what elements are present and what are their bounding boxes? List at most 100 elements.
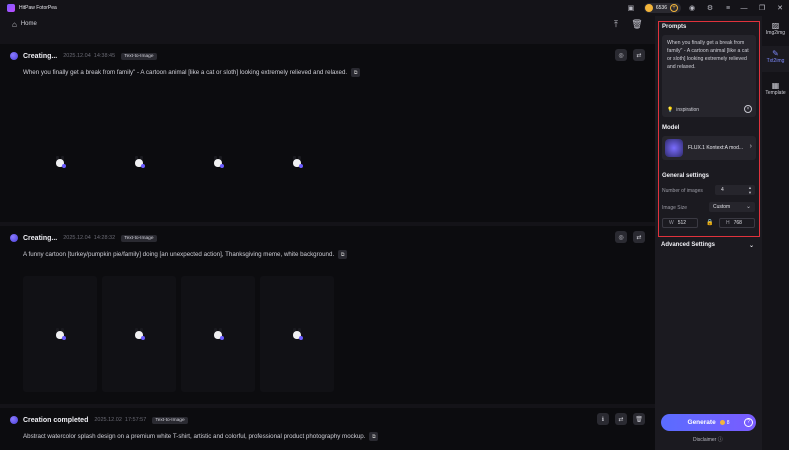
loading-mascot-icon [212,156,224,168]
mode-chip: Text-to-Image [152,416,188,424]
loading-spinner-icon [10,234,18,242]
regenerate-icon[interactable]: ⇄ [633,231,645,243]
title-bar: HitPaw FotorPea ▣ 6536 + ◉ ⚙ ≡ — ❐ ✕ [0,0,789,16]
highlighted-settings-region: Prompts When you finally get a break fro… [658,21,760,237]
trash-icon[interactable]: 🗑 [631,18,643,30]
help-icon[interactable]: ? [744,418,753,427]
card-date: 2025.12.04 [63,53,91,59]
loading-mascot-icon [291,328,303,340]
add-coins-icon[interactable]: + [670,4,678,12]
prompt-input-text[interactable]: When you finally get a break from family… [667,39,753,71]
num-images-label: Number of images [662,188,703,194]
rail-item-label: Txt2img [766,58,785,64]
clear-icon[interactable]: × [744,105,752,113]
height-value[interactable]: 768 [734,220,742,226]
gift-icon[interactable]: ▣ [624,1,638,15]
home-link[interactable]: Home [21,21,37,27]
disclaimer-label: Disclaimer [693,437,717,443]
loading-mascot-icon [54,328,66,340]
stop-icon[interactable]: ◎ [615,231,627,243]
card-prompt-text: When you finally get a break from family… [23,69,348,76]
mode-chip: Text-to-Image [121,52,157,60]
chevron-down-icon: ⌄ [745,204,751,210]
coin-count: 6536 [655,5,667,11]
card-status: Creating... [23,234,58,242]
maximize-button[interactable]: ❐ [753,0,771,16]
inspiration-button[interactable]: 💡 inspiration [667,107,699,113]
account-icon[interactable]: ◉ [685,1,699,15]
model-title: Model [662,125,680,131]
rail-item-img2img[interactable]: ▨ Img2img [762,18,789,44]
app-logo-icon [7,4,15,12]
model-name: FLUX.1 Kontext:A mod... [688,145,744,151]
generation-card: Creating... 2025.12.04 14:38:45 Text-to-… [0,44,655,222]
close-button[interactable]: ✕ [771,0,789,16]
aspect-lock-icon[interactable]: 🔒 [706,219,714,227]
navigation-bar: ⌂ Home ⤒ 🗑 [0,16,655,32]
image-placeholder[interactable] [260,276,334,392]
card-prompt-text: A funny cartoon [turkey/pumpkin pie/fami… [23,251,335,258]
width-field[interactable]: W 512 [662,218,698,228]
completed-icon [10,416,18,424]
generate-cost-value: 8 [726,419,730,426]
loading-spinner-icon [10,52,18,60]
image-icon: ▨ [771,21,780,30]
stop-icon[interactable]: ◎ [615,49,627,61]
coin-balance[interactable]: 6536 + [643,3,681,13]
minimize-button[interactable]: — [735,0,753,16]
upload-icon[interactable]: ⤒ [610,18,622,30]
rail-item-txt2img[interactable]: ✎ Txt2img [762,46,789,72]
regenerate-icon[interactable]: ⇄ [633,49,645,61]
loading-mascot-icon [133,328,145,340]
settings-panel: Prompts When you finally get a break fro… [655,16,762,450]
generation-card: Creating... 2025.12.04 14:28:32 Text-to-… [0,226,655,404]
advanced-settings-toggle[interactable]: Advanced Settings ⌄ [661,242,754,249]
model-selector[interactable]: FLUX.1 Kontext:A mod... › [662,136,756,160]
info-icon: ⓘ [717,437,723,443]
home-icon[interactable]: ⌂ [12,20,17,29]
card-time: 14:28:32 [93,235,116,241]
settings-icon[interactable]: ⚙ [703,1,717,15]
card-time: 17:57:57 [124,417,147,423]
lightbulb-icon: 💡 [667,107,674,113]
coin-icon [644,4,653,12]
loading-mascot-icon [133,156,145,168]
text-image-icon: ✎ [772,49,779,58]
copy-icon[interactable]: ⧉ [351,68,361,77]
loading-mascot-icon [212,328,224,340]
card-status: Creation completed [23,416,89,424]
stepper-arrows-icon[interactable]: ▲ ▼ [748,185,752,195]
generate-button[interactable]: Generate 8 ? [661,414,756,431]
info-icon[interactable]: ℹ [597,413,609,425]
generate-cost: 8 [719,419,730,426]
height-field[interactable]: H 768 [719,218,755,228]
title-bar-controls: ▣ 6536 + ◉ ⚙ ≡ — ❐ ✕ [620,0,789,16]
num-images-stepper[interactable]: 4 ▲ ▼ [715,185,755,195]
prompt-input[interactable]: When you finally get a break from family… [662,35,756,117]
width-value[interactable]: 512 [678,220,686,226]
image-placeholder[interactable] [102,276,176,392]
image-placeholder[interactable] [181,276,255,392]
card-date: 2025.12.02 [94,417,122,423]
image-size-value: Custom [713,204,731,210]
card-date: 2025.12.04 [63,235,91,241]
chevron-down-icon: ⌄ [748,243,754,249]
mode-rail: ▨ Img2img ✎ Txt2img ▦ Template [762,16,789,450]
image-size-label: Image Size [662,205,688,211]
prompts-title: Prompts [662,24,687,30]
image-placeholder[interactable] [23,276,97,392]
rail-item-template[interactable]: ▦ Template [762,78,789,104]
regenerate-icon[interactable]: ⇄ [615,413,627,425]
template-grid-icon: ▦ [771,81,780,90]
image-size-select[interactable]: Custom ⌄ [709,202,755,212]
copy-icon[interactable]: ⧉ [338,250,348,259]
inspiration-label: inspiration [676,107,700,113]
copy-icon[interactable]: ⧉ [369,432,379,441]
general-settings-title: General settings [662,173,710,179]
delete-icon[interactable]: 🗑 [633,413,645,425]
generation-card: Creation completed 2025.12.02 17:57:57 T… [0,408,655,450]
generation-feed: Creating... 2025.12.04 14:38:45 Text-to-… [0,34,655,450]
card-time: 14:38:45 [93,53,116,59]
menu-icon[interactable]: ≡ [721,1,735,15]
disclaimer-link[interactable]: Disclaimer ⓘ [693,436,723,443]
